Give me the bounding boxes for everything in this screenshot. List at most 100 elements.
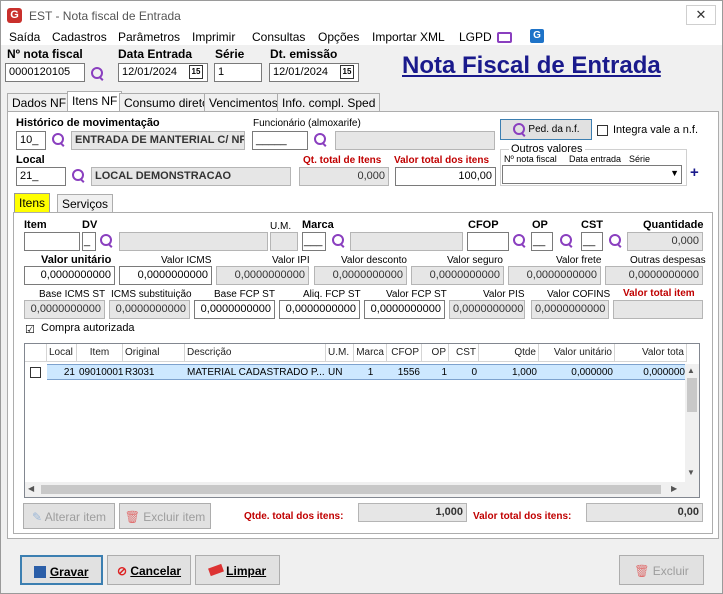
trash-icon: 🗑 <box>124 510 140 524</box>
row-checkbox[interactable] <box>30 367 41 378</box>
alterar-item-button[interactable]: ✎ Alterar item <box>23 503 115 529</box>
scroll-down-icon[interactable]: ▼ <box>687 468 695 477</box>
historico-code-input[interactable]: 10_ <box>16 131 46 150</box>
valor-total-itens-field: 0,00 <box>586 503 703 522</box>
search-icon[interactable] <box>91 67 105 81</box>
table-cell: 1556 <box>387 364 422 380</box>
serie-input[interactable]: 1 <box>214 63 262 82</box>
search-icon[interactable] <box>100 234 114 248</box>
item-input[interactable] <box>24 232 80 251</box>
close-button[interactable]: ✕ <box>686 5 716 25</box>
app-logo-icon: G <box>7 8 22 23</box>
op-input[interactable]: __ <box>531 232 553 251</box>
menu-cadastros[interactable]: Cadastros <box>52 30 107 44</box>
cancelar-button[interactable]: ⊘ Cancelar <box>107 555 191 585</box>
search-icon[interactable] <box>52 133 66 147</box>
base-fcp-st-input[interactable]: 0,0000000000 <box>194 300 275 319</box>
column-header[interactable]: Local <box>47 344 77 362</box>
search-icon[interactable] <box>72 169 86 183</box>
search-icon[interactable] <box>560 234 574 248</box>
menu-lgpd[interactable]: LGPD <box>459 30 492 44</box>
menu-saida[interactable]: Saída <box>9 30 40 44</box>
valor-total-item-label: Valor total item <box>623 288 695 299</box>
add-icon[interactable]: + <box>690 164 699 181</box>
qt-total-field: 0,000 <box>299 167 389 186</box>
cfop-input[interactable] <box>467 232 509 251</box>
subtab-itens[interactable]: Itens <box>14 193 51 212</box>
nota-fiscal-input[interactable]: 0000120105 <box>5 63 85 82</box>
ped-nf-button[interactable]: Ped. da n.f. <box>500 119 592 140</box>
aliq-fcp-st-input[interactable]: 0,0000000000 <box>279 300 360 319</box>
column-header[interactable]: CST <box>449 344 479 362</box>
scroll-right-icon[interactable]: ▶ <box>671 484 677 493</box>
icms-substituicao-field: 0,0000000000 <box>109 300 190 319</box>
compra-autorizada-label: Compra autorizada <box>41 322 135 334</box>
gravar-button[interactable]: Gravar <box>20 555 103 585</box>
menu-consultas[interactable]: Consultas <box>252 30 305 44</box>
column-header[interactable]: OP <box>422 344 449 362</box>
menu-importar-xml[interactable]: Importar XML <box>372 30 445 44</box>
row-checkbox-cell[interactable] <box>25 364 47 380</box>
limpar-button[interactable]: Limpar <box>195 555 280 585</box>
table-cell: 1 <box>354 364 387 380</box>
menu-parametros[interactable]: Parâmetros <box>118 30 180 44</box>
vertical-scrollbar[interactable]: ▲ ▼ <box>685 364 699 482</box>
table-cell: 1 <box>422 364 449 380</box>
column-header[interactable]: Valor unitário <box>539 344 615 362</box>
column-header[interactable]: CFOP <box>387 344 422 362</box>
column-header[interactable]: Valor tota <box>615 344 687 362</box>
column-header[interactable]: Descrição <box>185 344 326 362</box>
scrollbar-thumb[interactable] <box>41 485 661 494</box>
valor-desconto-field: 0,0000000000 <box>314 266 407 285</box>
subtab-servicos[interactable]: Serviços <box>57 194 114 213</box>
valor-icms-input[interactable]: 0,0000000000 <box>119 266 212 285</box>
search-icon[interactable] <box>332 234 346 248</box>
outros-nf-label: Nº nota fiscal <box>504 154 557 164</box>
check-icon[interactable]: ☑ <box>25 323 35 336</box>
tab-dados-nf[interactable]: Dados NF <box>7 93 72 112</box>
search-icon[interactable] <box>513 234 527 248</box>
tab-info-compl-sped[interactable]: Info. compl. Sped <box>277 93 381 112</box>
monitor-icon[interactable] <box>497 32 512 43</box>
valor-unitario-label: Valor unitário <box>41 254 112 266</box>
limpar-label: Limpar <box>226 564 267 578</box>
menu-opcoes[interactable]: Opções <box>318 30 359 44</box>
g-app-icon[interactable]: G <box>530 29 544 43</box>
scroll-up-icon[interactable]: ▲ <box>687 366 695 375</box>
valor-total-input[interactable]: 100,00 <box>395 167 496 186</box>
column-header[interactable]: Original <box>123 344 185 362</box>
column-header[interactable]: U.M. <box>326 344 354 362</box>
cst-input[interactable]: __ <box>581 232 603 251</box>
local-code-input[interactable]: 21_ <box>16 167 66 186</box>
items-table[interactable]: Local Item Original Descrição U.M. Marca… <box>24 343 700 498</box>
valor-fcp-st-input[interactable]: 0,0000000000 <box>364 300 445 319</box>
excluir-item-button[interactable]: 🗑 Excluir item <box>119 503 211 529</box>
horizontal-scrollbar[interactable]: ◀ ▶ <box>25 482 699 497</box>
valor-unitario-input[interactable]: 0,0000000000 <box>24 266 115 285</box>
marca-label: Marca <box>302 219 334 231</box>
funcionario-desc-field <box>335 131 495 150</box>
calendar-icon[interactable]: 15 <box>189 65 203 79</box>
column-header[interactable]: Marca <box>354 344 387 362</box>
column-header[interactable]: Item <box>77 344 123 362</box>
funcionario-input[interactable]: _____ <box>252 131 308 150</box>
column-header[interactable]: Qtde <box>479 344 539 362</box>
dv-input[interactable]: _ <box>82 232 96 251</box>
marca-input[interactable]: ___ <box>302 232 326 251</box>
tab-vencimentos[interactable]: Vencimentos <box>204 93 283 112</box>
outros-valores-select[interactable]: ▼ <box>502 165 682 184</box>
excluir-button[interactable]: 🗑 Excluir <box>619 555 704 585</box>
scroll-left-icon[interactable]: ◀ <box>28 484 34 493</box>
um-label: U.M. <box>270 221 292 232</box>
eraser-icon <box>207 563 224 577</box>
calendar-icon[interactable]: 15 <box>340 65 354 79</box>
tab-itens-nf[interactable]: Itens NF <box>67 91 123 112</box>
search-icon[interactable] <box>609 234 623 248</box>
scrollbar-thumb[interactable] <box>687 378 697 412</box>
menu-imprimir[interactable]: Imprimir <box>192 30 235 44</box>
search-icon[interactable] <box>314 133 328 147</box>
tab-consumo-direto[interactable]: Consumo direto <box>119 93 214 112</box>
page-title: Nota Fiscal de Entrada <box>402 52 661 79</box>
cst-label: CST <box>581 219 603 231</box>
integra-checkbox[interactable] <box>597 125 608 136</box>
